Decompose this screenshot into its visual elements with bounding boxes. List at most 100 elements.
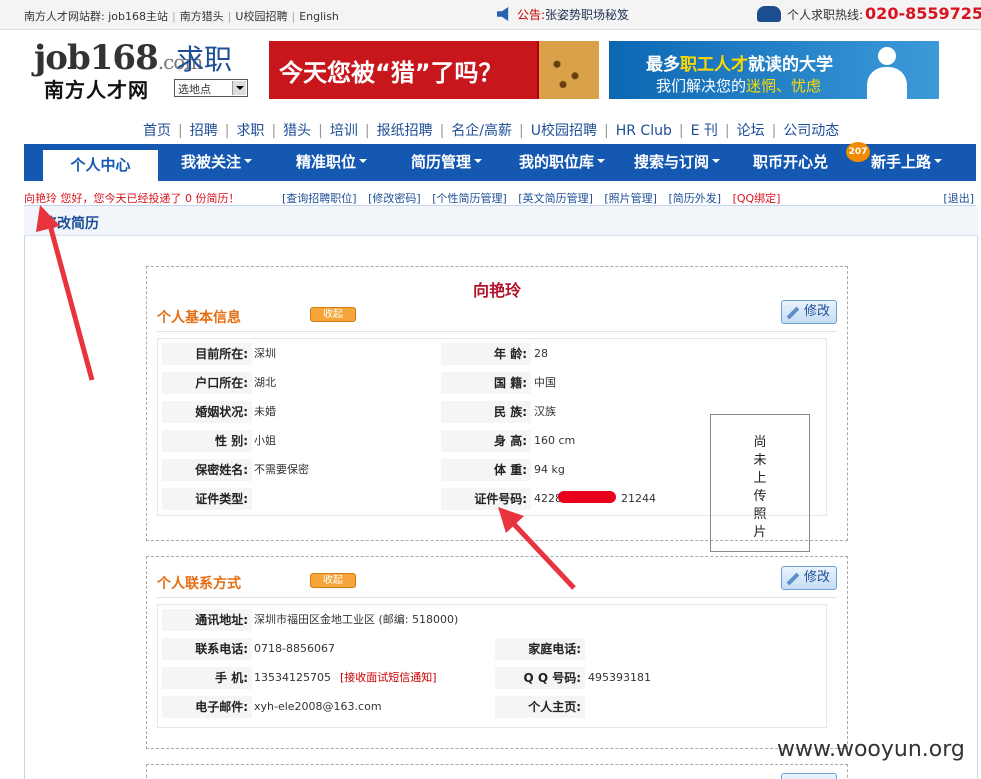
link-qq-bind[interactable]: [QQ绑定]	[733, 192, 781, 205]
edit-basic-button[interactable]: 修改	[781, 300, 837, 324]
banner-headhunter[interactable]: 今天您被“猎”了吗？	[269, 41, 599, 99]
field-value: 94 kg	[534, 463, 565, 476]
site-link-english[interactable]: English	[299, 10, 339, 23]
sms-notify-link[interactable]: [接收面试短信通知]	[340, 667, 437, 689]
nav-link-newspaper[interactable]: 报纸招聘	[377, 123, 433, 139]
field-label: 国 籍:	[441, 372, 531, 394]
site-link-headhunter[interactable]: 南方猎头	[180, 10, 224, 23]
tab-coin-exchange[interactable]: 职币开心兑	[753, 144, 828, 181]
hotline-label: 个人求职热线:	[787, 8, 864, 22]
field-value: 汉族	[534, 405, 556, 418]
new-badge: 207	[846, 142, 870, 162]
field-value: 0718-8856067	[254, 642, 335, 655]
tab-newbie[interactable]: 新手上路	[871, 144, 943, 181]
link-english-resume[interactable]: [英文简历管理]	[518, 192, 593, 205]
nav-link-emag[interactable]: E 刊	[691, 123, 718, 139]
link-search-jobs[interactable]: [查询招聘职位]	[282, 192, 357, 205]
field-label: 婚姻状况:	[162, 401, 252, 423]
field-value: 深圳	[254, 347, 276, 360]
logo-brand: job168	[34, 38, 159, 78]
nav-link-headhunter[interactable]: 猎头	[283, 123, 311, 139]
logo-cn: 南方人才网	[44, 78, 149, 102]
banner-university[interactable]: 最多职工人才就读的大学 我们解决您的迷惘、忧虑	[609, 41, 939, 99]
field-label: 证件类型:	[162, 488, 252, 510]
location-select-value: 选地点	[178, 83, 211, 96]
tab-personal-center[interactable]: 个人中心	[43, 150, 158, 181]
link-change-password[interactable]: [修改密码]	[368, 192, 421, 205]
nav-link-training[interactable]: 培训	[330, 123, 358, 139]
collapse-button[interactable]: 收起	[310, 307, 356, 322]
basic-info-table: 目前所在: 深圳 年 龄: 28 户口所在: 湖北 国 籍: 中国 婚姻状况: …	[157, 338, 827, 552]
field-label: 身 高:	[441, 430, 531, 452]
logout-link[interactable]: [退出]	[943, 190, 974, 206]
location-select[interactable]: 选地点	[174, 79, 248, 97]
link-photo-manage[interactable]: [照片管理]	[604, 192, 657, 205]
edit-contact-button[interactable]: 修改	[781, 566, 837, 590]
pencil-icon	[786, 306, 800, 320]
person-silhouette-icon	[865, 47, 909, 99]
link-resume-send[interactable]: [简历外发]	[668, 192, 721, 205]
caret-down-icon	[359, 159, 368, 167]
tab-precise-jobs[interactable]: 精准职位	[296, 144, 368, 181]
field-label: 户口所在:	[162, 372, 252, 394]
watermark: www.wooyun.org	[777, 737, 965, 762]
field-label: 电子邮件:	[162, 696, 252, 718]
basic-info-section: 向艳玲 个人基本信息 收起 修改 目前所在: 深圳 年 龄: 28 户口所在: …	[146, 266, 848, 552]
collapse-button[interactable]: 收起	[310, 573, 356, 588]
nav-link-forum[interactable]: 论坛	[737, 123, 765, 139]
field-label: 年 龄:	[441, 343, 531, 365]
divider	[157, 597, 837, 598]
contact-section: 个人联系方式 收起 修改 通讯地址: 深圳市福田区金地工业区 (邮编: 5180…	[146, 556, 848, 749]
top-bar: 南方人才网站群: job168主站 | 南方猎头 | U校园招聘 | English 公告:…	[0, 0, 981, 30]
tab-resume-manage[interactable]: 简历管理	[411, 144, 483, 181]
edit-next-button[interactable]	[781, 773, 837, 779]
field-value: xyh-ele2008@163.com	[254, 700, 382, 713]
field-label: 个人主页:	[495, 696, 585, 718]
caret-down-icon	[934, 159, 943, 167]
speaker-icon	[497, 7, 509, 21]
resume-name: 向艳玲	[472, 281, 521, 300]
nav-link-home[interactable]: 首页	[143, 123, 171, 139]
pencil-icon	[786, 572, 800, 586]
tab-search-subscribe[interactable]: 搜索与订阅	[634, 144, 721, 181]
nav-link-news[interactable]: 公司动态	[783, 123, 839, 139]
page-title: 修改简历	[43, 216, 99, 232]
username: 向艳玲	[24, 192, 57, 205]
field-label: 民 族:	[441, 401, 531, 423]
banner-university-text: 最多	[646, 55, 680, 75]
photo-text: 传	[753, 489, 767, 504]
field-value: 深圳市福田区金地工业区 (邮编: 518000)	[254, 613, 459, 626]
announcement-link[interactable]: 张姿势职场秘笈	[545, 8, 629, 22]
basic-info-title: 个人基本信息	[157, 310, 241, 326]
field-label: 性 别:	[162, 430, 252, 452]
field-label: 目前所在:	[162, 343, 252, 365]
user-status-bar: 向艳玲 您好，您今天已经投递了 0 份简历！ [查询招聘职位] [修改密码] […	[24, 190, 976, 206]
site-group-links: 南方人才网站群: job168主站 | 南方猎头 | U校园招聘 | English	[24, 10, 339, 23]
chevron-down-icon	[232, 81, 246, 95]
main-nav: 个人中心 我被关注 精准职位 简历管理 我的职位库 搜索与订阅 职币开心兑 20…	[24, 142, 976, 181]
tab-resume-manage-label: 简历管理	[411, 153, 472, 171]
tab-job-library-label: 我的职位库	[519, 153, 595, 171]
tab-followed[interactable]: 我被关注	[181, 144, 253, 181]
divider	[157, 331, 837, 332]
field-label: Q Q 号码:	[495, 667, 585, 689]
banner-university-highlight: 职工人才	[680, 55, 748, 75]
site-link-campus[interactable]: U校园招聘	[235, 10, 287, 23]
field-value: 160 cm	[534, 434, 576, 447]
field-label: 保密姓名:	[162, 459, 252, 481]
nav-link-jobseek[interactable]: 求职	[236, 123, 264, 139]
field-label: 家庭电话:	[495, 638, 585, 660]
site-logo[interactable]: job168.com 南方人才网	[34, 38, 203, 102]
field-value: 中国	[534, 376, 556, 389]
site-link-main[interactable]: 南方人才网站群: job168主站	[24, 10, 168, 23]
field-value: 13534125705	[254, 671, 331, 684]
tab-job-library[interactable]: 我的职位库	[519, 144, 606, 181]
nav-link-campus[interactable]: U校园招聘	[531, 123, 597, 139]
channel-title: 求职	[176, 43, 233, 76]
caret-down-icon	[597, 159, 606, 167]
nav-link-famous[interactable]: 名企/高薪	[451, 123, 512, 139]
nav-link-hrclub[interactable]: HR Club	[616, 123, 672, 139]
link-custom-resume[interactable]: [个性简历管理]	[432, 192, 507, 205]
nav-link-recruit[interactable]: 招聘	[190, 123, 218, 139]
field-value: 湖北	[254, 376, 276, 389]
